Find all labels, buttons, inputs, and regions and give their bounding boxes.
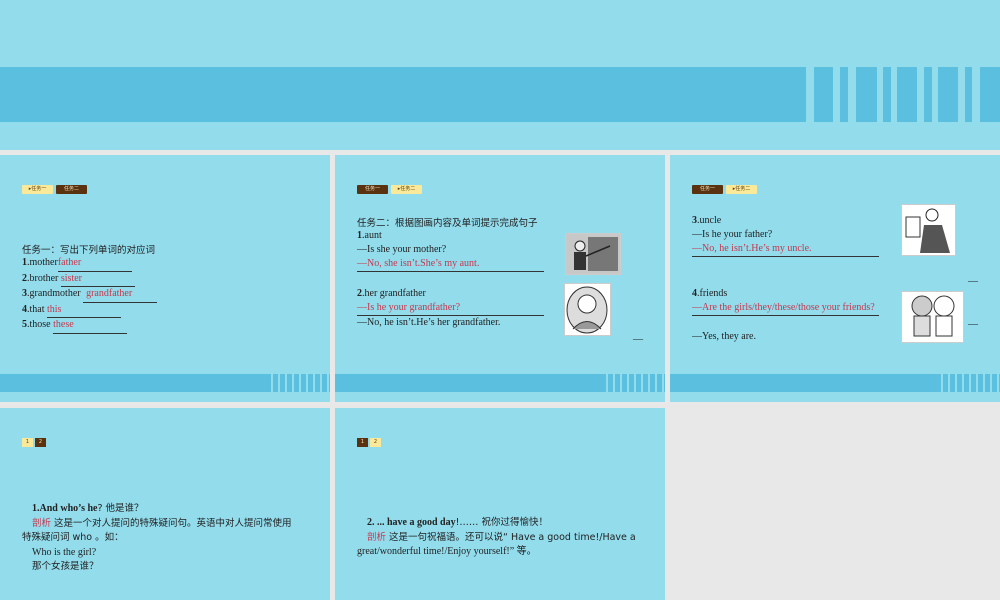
answer: —Is he your grandfather? <box>357 301 544 316</box>
answer: —No, she isn’t.She’s my aunt. <box>357 257 544 272</box>
decor-bar <box>938 67 958 122</box>
decor-bar <box>965 67 972 122</box>
tab-label: 任务一 <box>31 186 47 192</box>
decor-bar <box>883 67 891 122</box>
question-1: 1.aunt —Is she your mother? —No, she isn… <box>357 229 544 272</box>
question-3: 3.uncle —Is he your father? —No, he isn’… <box>692 214 879 257</box>
tab-page-1[interactable]: 1 <box>357 438 368 447</box>
question-2: 2.her grandfather —Is he your grandfathe… <box>357 287 544 330</box>
exercise-list: 1.motherfather 2.brother sister 3.grandm… <box>22 256 158 334</box>
exercise-item: 4.that this <box>22 303 157 319</box>
tab-task1[interactable]: ▸任务一 <box>22 185 53 194</box>
dash-mark: — <box>968 276 978 287</box>
tab-label: 任务一 <box>699 186 715 192</box>
exercise-item: 5.those these <box>22 318 157 334</box>
decor-bar <box>897 67 917 122</box>
slide-thumbnail-note1[interactable]: 1 2 1.And who’s he? 他是谁？ 剖析 这是一个对人提问的特殊疑… <box>0 408 330 600</box>
answer: —No, he isn’t.He’s my uncle. <box>692 242 879 257</box>
footer-band <box>670 374 936 392</box>
dash-mark: — <box>968 319 978 330</box>
exercise-item: 3.grandmother grandfather <box>22 287 158 303</box>
illustration-grandfather <box>564 283 611 336</box>
slide-heading: 任务二：根据图画内容及单词提示完成句子 <box>357 218 538 229</box>
tab-task2[interactable]: ▸任务二 <box>726 185 757 194</box>
exercise-item: 1.motherfather <box>22 256 157 272</box>
tab-label: 任务二 <box>63 186 79 192</box>
decor-bar <box>980 67 1000 122</box>
tab-label: 任务二 <box>400 186 416 192</box>
tab-task1[interactable]: 任务一 <box>357 185 388 194</box>
illustration-teacher <box>565 233 621 275</box>
footer-bars <box>936 374 1000 392</box>
answer: grandfather <box>83 287 158 303</box>
note-body: 2. ... have a good day!…… 祝你过得愉快！ 剖析 这是一… <box>357 517 636 558</box>
answer: sister <box>60 272 135 288</box>
tab-page-1[interactable]: 1 <box>22 438 33 447</box>
dash-mark: — <box>633 334 643 345</box>
footer-bars <box>601 374 665 392</box>
decor-bar <box>814 67 833 122</box>
footer-band <box>0 374 266 392</box>
slide-thumbnail-task2a[interactable]: 任务一 ▸任务二 任务二：根据图画内容及单词提示完成句子 1.aunt —Is … <box>335 155 665 402</box>
illustration-friends <box>901 291 964 343</box>
answer: these <box>53 318 128 334</box>
tab-page-2[interactable]: 2 <box>35 438 46 447</box>
answer: —Are the girls/they/these/those your fri… <box>692 301 879 316</box>
answer: father <box>57 256 132 272</box>
decor-bar <box>856 67 877 122</box>
slide-thumbnail-note2[interactable]: 1 2 2. ... have a good day!…… 祝你过得愉快！ 剖析… <box>335 408 665 600</box>
tab-page-2[interactable]: 2 <box>370 438 381 447</box>
analysis-label: 剖析 <box>32 517 52 529</box>
decor-bar <box>924 67 932 122</box>
illustration-uncle <box>901 204 956 256</box>
footer-band <box>335 374 601 392</box>
slide-thumbnail-title[interactable] <box>0 0 1000 150</box>
header-band <box>0 67 806 122</box>
slide-thumbnail-task2b[interactable]: 任务一 ▸任务二 3.uncle —Is he your father? —No… <box>670 155 1000 402</box>
note-body: 1.And who’s he? 他是谁？ 剖析 这是一个对人提问的特殊疑问句。英… <box>22 503 292 573</box>
tab-task2[interactable]: 任务二 <box>56 185 87 194</box>
tab-label: 任务一 <box>364 186 380 192</box>
answer: this <box>47 303 121 319</box>
analysis-label: 剖析 <box>367 531 387 543</box>
question-4: 4.friends —Are the girls/they/these/thos… <box>692 287 879 344</box>
decor-bar <box>840 67 848 122</box>
exercise-item: 2.brother sister <box>22 272 157 288</box>
tab-task2[interactable]: ▸任务二 <box>391 185 422 194</box>
tab-task1[interactable]: 任务一 <box>692 185 723 194</box>
slide-heading: 任务一：写出下列单词的对应词 <box>22 245 156 256</box>
footer-bars <box>266 374 330 392</box>
slide-thumbnail-task1[interactable]: ▸任务一 任务二 任务一：写出下列单词的对应词 1.motherfather 2… <box>0 155 330 402</box>
tab-label: 任务二 <box>735 186 751 192</box>
